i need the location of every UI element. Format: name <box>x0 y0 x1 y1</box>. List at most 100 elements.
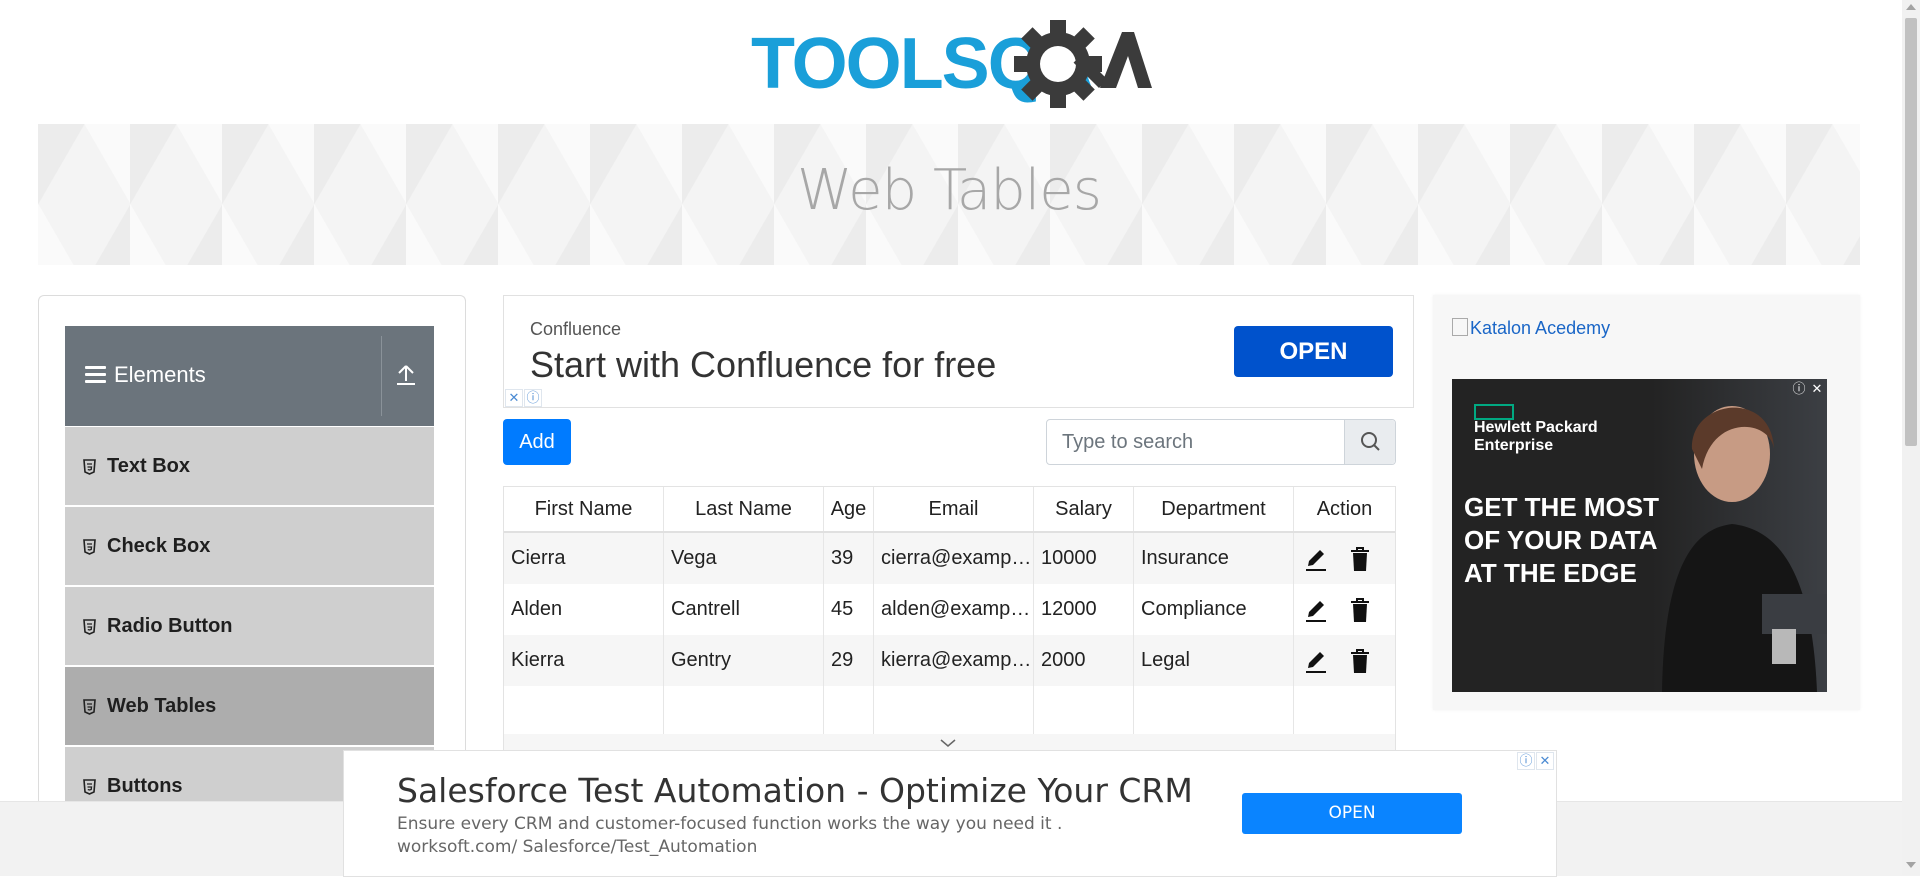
close-icon[interactable]: ✕ <box>1809 381 1825 397</box>
broken-image-icon <box>1452 318 1468 336</box>
ad-brand: Confluence <box>530 319 622 339</box>
cell-salary: 12000 <box>1034 584 1134 635</box>
column-header-first-name[interactable]: First Name <box>504 487 664 531</box>
info-icon[interactable]: ⓘ <box>524 389 542 407</box>
table-row: Kierra Gentry 29 kierra@example.com 2000… <box>504 635 1395 686</box>
info-icon[interactable]: ⓘ <box>1517 752 1535 770</box>
scroll-up-arrow-icon[interactable] <box>1906 4 1916 10</box>
ad-body: Ensure every CRM and customer-focused fu… <box>397 814 1063 857</box>
search-box <box>1046 419 1396 465</box>
cell-department: Legal <box>1134 635 1294 686</box>
search-button[interactable] <box>1344 420 1395 464</box>
cell-action <box>1294 584 1395 635</box>
column-header-action[interactable]: Action <box>1294 487 1395 531</box>
pencil-icon[interactable] <box>1304 546 1328 572</box>
sidebar-item-label: Radio Button <box>107 615 233 637</box>
pencil-icon[interactable] <box>1304 597 1328 623</box>
ad-open-button[interactable]: OPEN <box>1234 326 1393 377</box>
cell-salary: 2000 <box>1034 635 1134 686</box>
scroll-down-arrow-icon[interactable] <box>1906 862 1916 868</box>
elements-group-header[interactable]: Elements <box>65 326 434 426</box>
cell-empty <box>1134 686 1294 734</box>
sidebar-item-radio-button[interactable]: Radio Button <box>65 587 434 667</box>
column-header-age[interactable]: Age <box>824 487 874 531</box>
html5-shield-icon <box>83 699 96 715</box>
chevron-down-icon[interactable] <box>938 737 958 749</box>
sidebar-item-label: Check Box <box>107 535 211 557</box>
header-divider <box>381 336 382 416</box>
sidebar-item-text-box[interactable]: Text Box <box>65 427 434 507</box>
page-title: Web Tables <box>797 158 1102 223</box>
page-banner: Web Tables <box>38 124 1860 265</box>
web-table: First Name Last Name Age Email Salary De… <box>503 486 1396 754</box>
scroll-thumb[interactable] <box>1905 18 1917 446</box>
trash-icon[interactable] <box>1348 597 1372 623</box>
pencil-icon[interactable] <box>1304 648 1328 674</box>
cell-department: Compliance <box>1134 584 1294 635</box>
html5-shield-icon <box>83 459 96 475</box>
table-row: Alden Cantrell 45 alden@example.com 1200… <box>504 584 1395 635</box>
group-title: Elements <box>114 362 206 387</box>
upload-arrow-icon[interactable] <box>394 362 418 388</box>
search-icon <box>1361 432 1380 451</box>
cell-empty <box>664 686 824 734</box>
cell-last-name: Gentry <box>664 635 824 686</box>
hamburger-icon <box>85 366 106 384</box>
page-scrollbar[interactable] <box>1902 0 1920 875</box>
column-header-last-name[interactable]: Last Name <box>664 487 824 531</box>
cell-last-name: Vega <box>664 533 824 584</box>
ad-open-button[interactable]: OPEN <box>1242 793 1462 834</box>
cell-age: 29 <box>824 635 874 686</box>
hpe-ad[interactable]: Hewlett Packard Enterprise GET THE MOST … <box>1452 379 1827 692</box>
table-row: Cierra Vega 39 cierra@example.com 10000 … <box>504 533 1395 584</box>
table-row <box>504 686 1395 734</box>
cell-action <box>1294 533 1395 584</box>
sidebar-item-label: Text Box <box>107 455 190 477</box>
ad-headline: GET THE MOST OF YOUR DATA AT THE EDGE <box>1464 492 1659 588</box>
add-button[interactable]: Add <box>503 419 571 465</box>
cell-salary: 10000 <box>1034 533 1134 584</box>
right-ad[interactable]: Katalon Acedemy Hewlett Packard Enterpri… <box>1433 295 1860 710</box>
info-icon[interactable]: ⓘ <box>1791 381 1807 397</box>
ad-brand: Hewlett Packard Enterprise <box>1474 419 1598 454</box>
sidebar-item-label: Buttons <box>107 775 183 797</box>
confluence-ad[interactable]: Confluence Start with Confluence for fre… <box>503 295 1414 408</box>
cell-first-name: Cierra <box>504 533 664 584</box>
cell-email: alden@example.com <box>874 584 1034 635</box>
cell-last-name: Cantrell <box>664 584 824 635</box>
search-input[interactable] <box>1047 420 1347 464</box>
cell-department: Insurance <box>1134 533 1294 584</box>
cell-age: 39 <box>824 533 874 584</box>
close-icon[interactable]: ✕ <box>505 389 523 407</box>
trash-icon[interactable] <box>1348 648 1372 674</box>
sidebar-item-check-box[interactable]: Check Box <box>65 507 434 587</box>
cell-empty <box>824 686 874 734</box>
sidebar-item-web-tables[interactable]: Web Tables <box>65 667 434 747</box>
hpe-logo-mark <box>1474 404 1514 420</box>
cell-action <box>1294 635 1395 686</box>
sidebar-item-label: Web Tables <box>107 695 217 717</box>
close-icon[interactable]: ✕ <box>1536 752 1554 770</box>
katalon-ad-image[interactable]: Katalon Acedemy <box>1452 318 1610 339</box>
ad-headline: Start with Confluence for free <box>530 344 997 385</box>
cell-empty <box>1034 686 1134 734</box>
table-header-row: First Name Last Name Age Email Salary De… <box>504 487 1395 533</box>
cell-empty <box>874 686 1034 734</box>
image-alt-text: Katalon Acedemy <box>1470 318 1611 338</box>
column-header-department[interactable]: Department <box>1134 487 1294 531</box>
cell-email: kierra@example.com <box>874 635 1034 686</box>
html5-shield-icon <box>83 619 96 635</box>
ad-headline: Salesforce Test Automation - Optimize Yo… <box>397 771 1193 810</box>
html5-shield-icon <box>83 779 96 795</box>
cell-empty <box>504 686 664 734</box>
cell-age: 45 <box>824 584 874 635</box>
html5-shield-icon <box>83 539 96 555</box>
column-header-salary[interactable]: Salary <box>1034 487 1134 531</box>
cell-first-name: Alden <box>504 584 664 635</box>
logo-gear-mark <box>1010 18 1152 113</box>
trash-icon[interactable] <box>1348 546 1372 572</box>
column-header-email[interactable]: Email <box>874 487 1034 531</box>
salesforce-ad[interactable]: Salesforce Test Automation - Optimize Yo… <box>343 750 1557 877</box>
cell-email: cierra@example.com <box>874 533 1034 584</box>
cell-first-name: Kierra <box>504 635 664 686</box>
